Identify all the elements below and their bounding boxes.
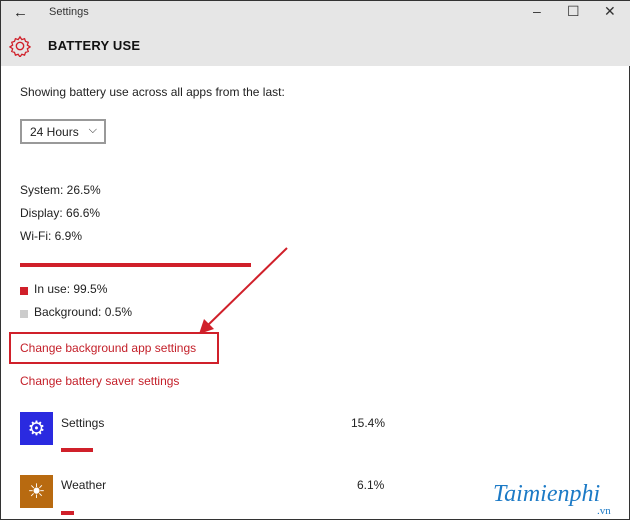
sun-icon: ☀ — [20, 475, 53, 508]
app-name: Weather — [61, 478, 107, 492]
annotation-arrow — [199, 247, 288, 334]
app-usage-bar — [61, 448, 93, 452]
app-usage-bar — [61, 511, 74, 515]
app-percent: 6.1% — [357, 478, 385, 492]
settings-app-icon: ⚙ — [20, 412, 53, 445]
app-percent: 15.4% — [351, 416, 386, 430]
app-name: Settings — [61, 416, 105, 430]
watermark-logo: Taimienphi .vn — [493, 481, 611, 517]
